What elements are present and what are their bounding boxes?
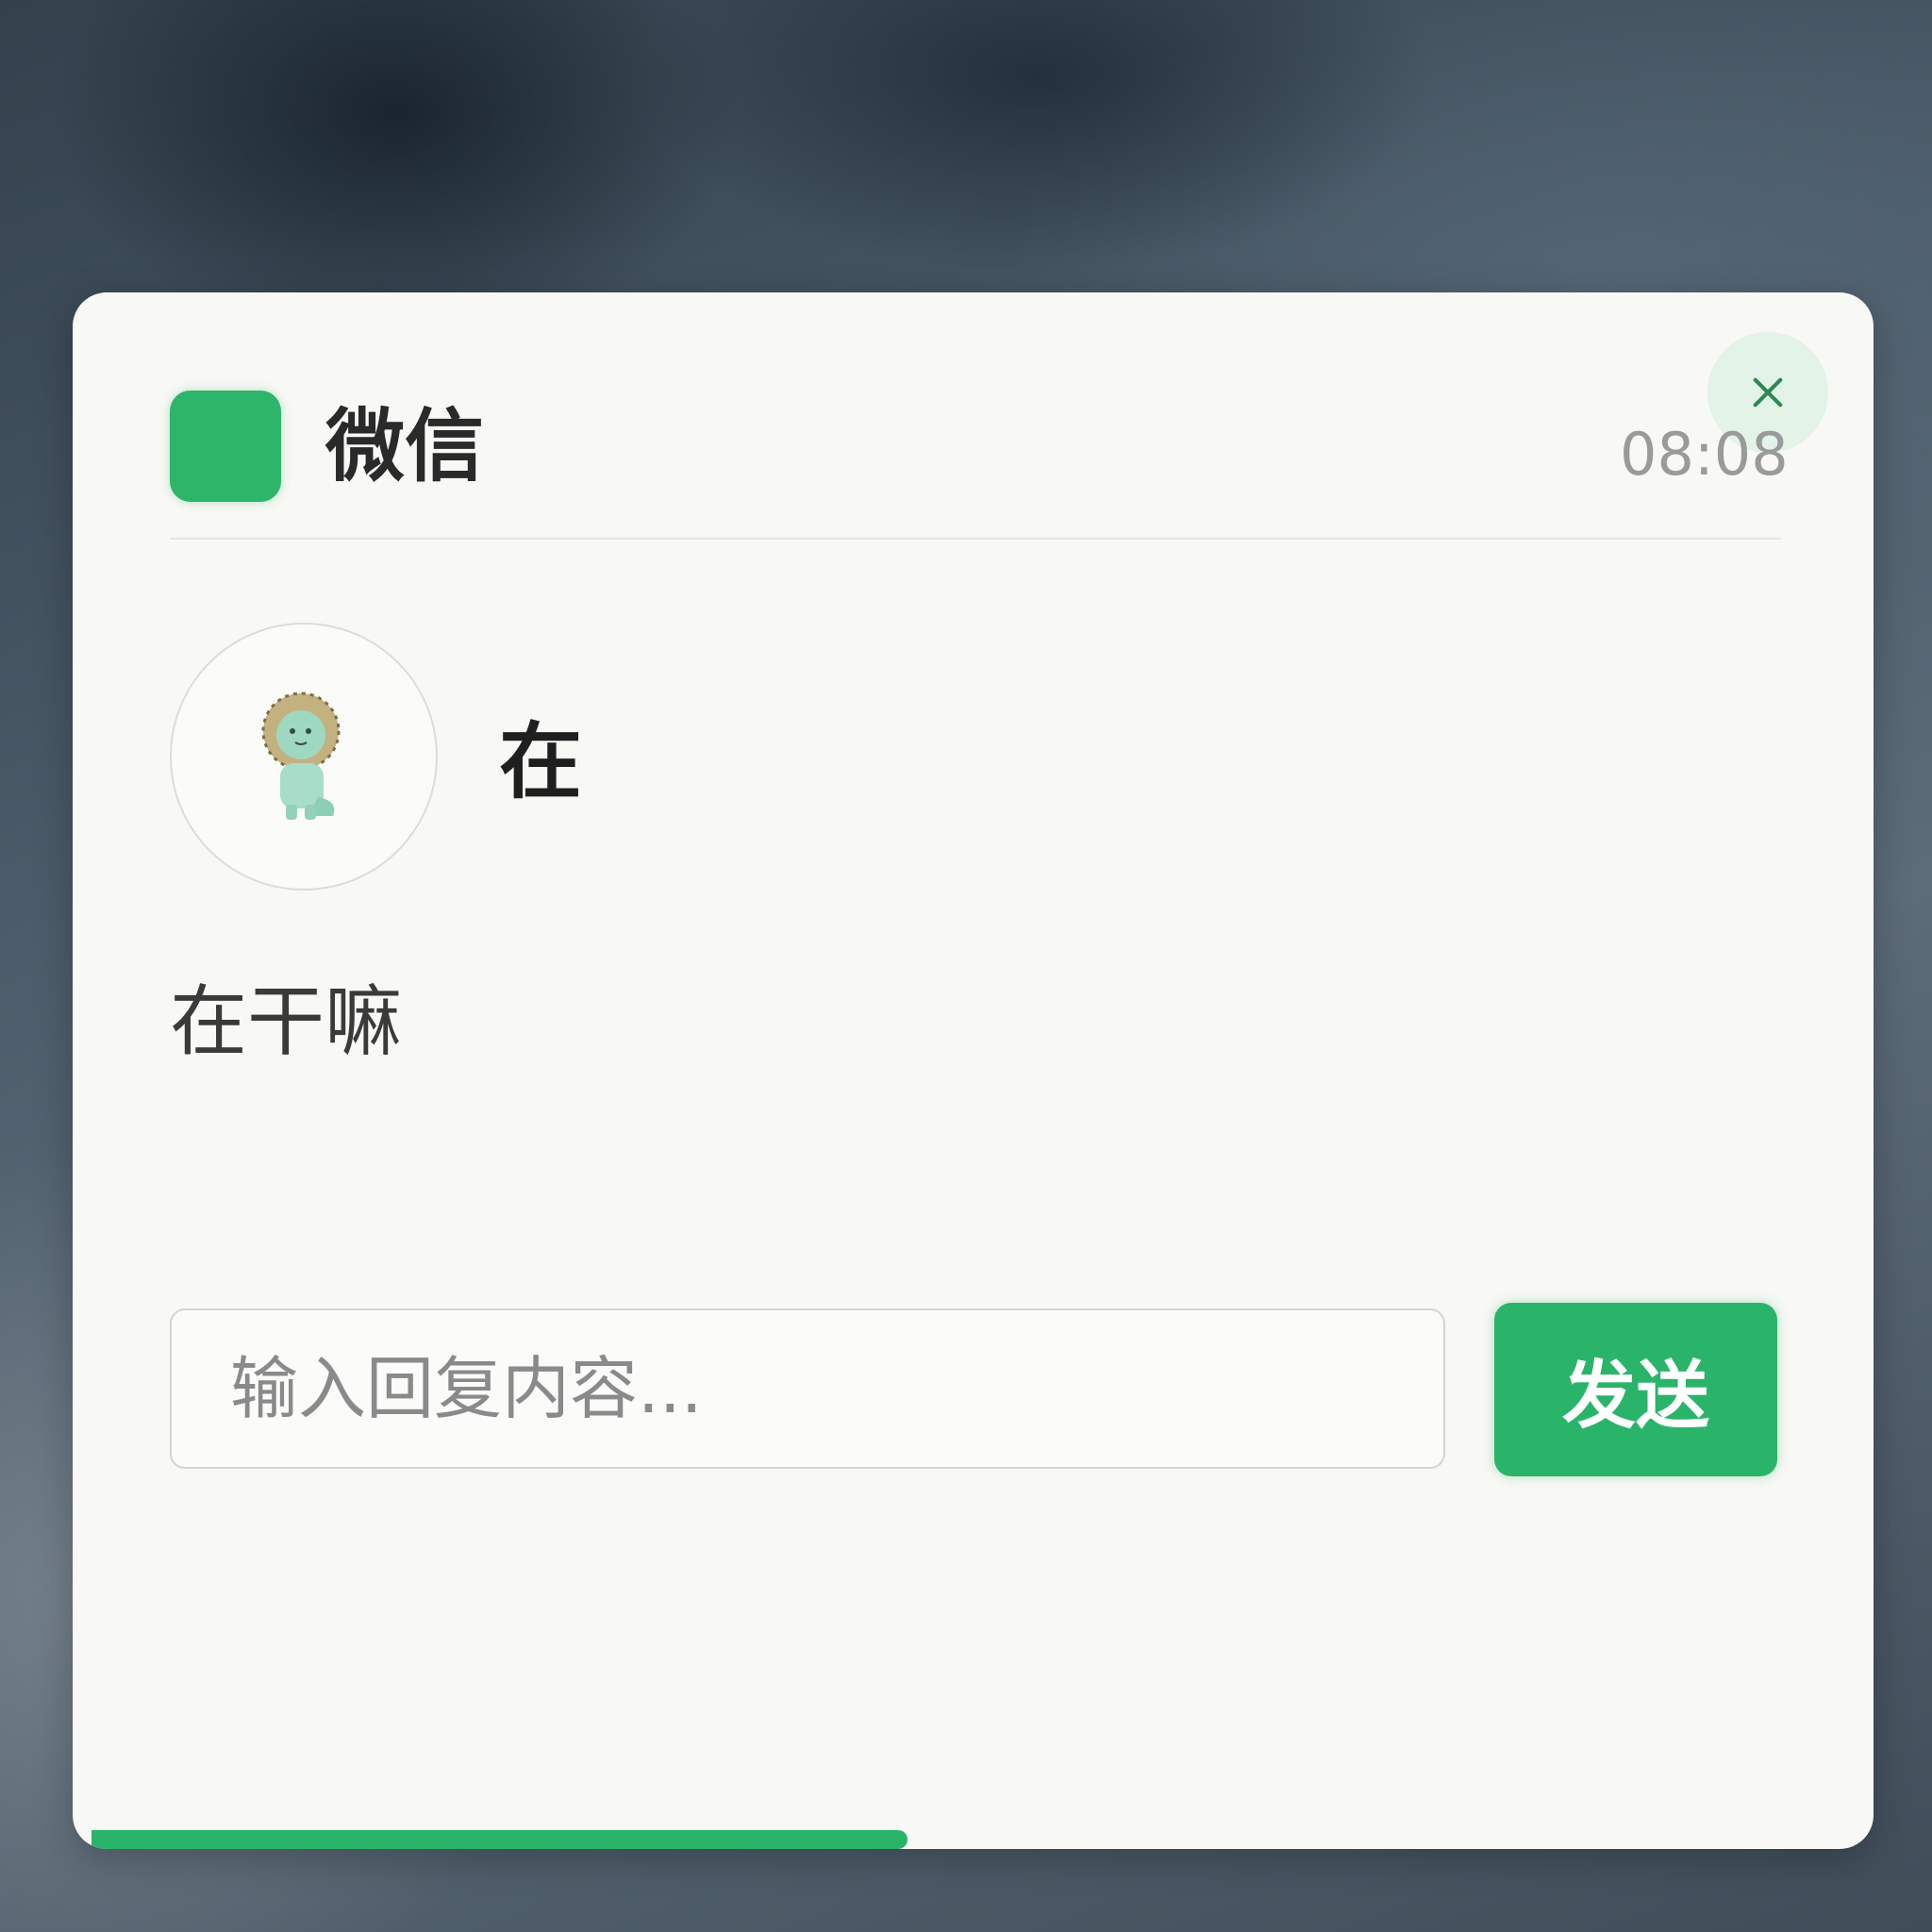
sender-avatar <box>170 623 438 891</box>
app-name: 微信 <box>325 400 485 492</box>
send-button[interactable]: 发送 <box>1494 1303 1777 1476</box>
message-text: 在干嘛 <box>170 977 403 1067</box>
sender-name: 在 <box>499 713 583 810</box>
header-divider <box>170 538 1781 540</box>
dismiss-timer-track <box>92 1830 1865 1849</box>
notification-card: 微信 08:08 在 在干嘛 发送 <box>73 292 1874 1849</box>
reply-input[interactable] <box>170 1308 1445 1469</box>
lion-avatar-icon <box>261 691 341 820</box>
close-icon <box>1753 377 1783 408</box>
wechat-logo-icon <box>170 391 281 502</box>
notification-time: 08:08 <box>1620 420 1789 489</box>
dismiss-timer-progress <box>92 1830 908 1849</box>
